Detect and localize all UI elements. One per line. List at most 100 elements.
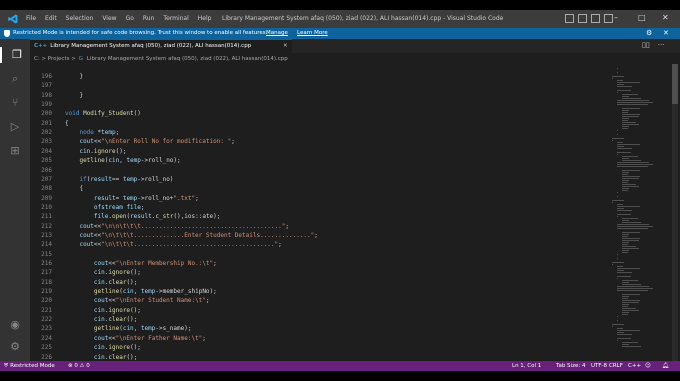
more-actions-icon[interactable]: ··· [658, 41, 665, 49]
code-line[interactable]: 225 cin.ignore(); [30, 343, 610, 352]
code-text: result= temp->roll_no+".txt"; [93, 194, 199, 202]
code-line[interactable]: 218 cin.clear(); [30, 278, 610, 287]
code-line[interactable]: 213 cout<<"\n\t\t\t..............Enter S… [30, 231, 610, 240]
end-of-line[interactable]: CRLF [609, 361, 623, 371]
code-line[interactable]: 207 if(result== temp->roll_no) [30, 175, 610, 184]
menu-edit[interactable]: Edit [45, 15, 57, 22]
code-line[interactable]: 200 void Modify_Student() [30, 109, 610, 118]
banner-close-icon[interactable]: ✕ [663, 28, 669, 39]
minimap-line [616, 192, 618, 193]
minimap-line [621, 114, 641, 115]
restricted-mode-indicator[interactable]: ⛨ Restricted Mode [0, 361, 59, 371]
code-editor[interactable]: 196 } 197 198 } 199 200 void Modify_Student()… [30, 64, 610, 361]
banner-gear-icon[interactable]: ⚙ [646, 28, 652, 39]
run-debug-icon[interactable]: ▷ [7, 119, 23, 135]
cursor-position[interactable]: Ln 1, Col 1 [512, 361, 541, 371]
explorer-icon[interactable]: ❐ [0, 47, 25, 63]
editor-scrollbar[interactable] [672, 64, 678, 361]
code-line[interactable]: 197 [30, 81, 610, 90]
search-icon[interactable]: ⌕ [7, 71, 23, 87]
close-window-button[interactable]: ✕ [662, 13, 669, 22]
code-line[interactable]: 221 cin.ignore(); [30, 306, 610, 315]
minimap-line [616, 224, 649, 225]
code-line[interactable]: 214 cout<<"\n\t\t\t.....................… [30, 240, 610, 249]
manage-gear-icon[interactable]: ⚙ [7, 339, 23, 355]
extensions-icon[interactable]: ⊞ [7, 143, 23, 159]
line-number: 226 [41, 353, 52, 361]
minimap-line [621, 156, 638, 157]
tab-close-icon[interactable]: ✕ [283, 40, 288, 52]
split-editor-icon[interactable]: ▯▯ [642, 41, 650, 49]
menu-view[interactable]: View [102, 15, 116, 22]
minimap-line [616, 164, 654, 165]
code-line[interactable]: 202 node *temp; [30, 128, 610, 137]
minimap-line [616, 72, 618, 73]
minimap-line [621, 284, 641, 285]
code-line[interactable]: 220 cout<<"\nEnter Student Name:\t"; [30, 296, 610, 305]
minimap-line [616, 134, 618, 135]
code-line[interactable]: 212 cout<<"\n\n\t\t\t...................… [30, 222, 610, 231]
minimap-line [621, 178, 640, 179]
code-line[interactable]: 223 getline(cin, temp->s_name); [30, 324, 610, 333]
toggle-panel-icon[interactable] [578, 14, 587, 23]
minimap-line [616, 330, 641, 331]
toggle-secondary-sidebar-icon[interactable] [591, 14, 600, 23]
code-line[interactable]: 205 getline(cin, temp->roll_no); [30, 156, 610, 165]
minimap-line [616, 84, 624, 85]
code-line[interactable]: 209 result= temp->roll_no+".txt"; [30, 194, 610, 203]
minimap-line [621, 158, 630, 159]
minimap[interactable] [612, 64, 668, 361]
code-line[interactable]: 196 } [30, 72, 610, 81]
menu-selection[interactable]: Selection [66, 15, 94, 22]
code-line[interactable]: 219 getline(cin, temp->member_shipNo); [30, 287, 610, 296]
source-control-icon[interactable]: ⑂ [7, 95, 23, 111]
menu-go[interactable]: Go [126, 15, 134, 22]
maximize-button[interactable]: □ [638, 13, 646, 22]
code-line[interactable]: 226 cin.clear(); [30, 353, 610, 362]
menu-file[interactable]: File [26, 15, 36, 22]
customize-layout-icon[interactable] [604, 14, 613, 23]
editor-tab[interactable]: C++ Library Management System afaq (050),… [30, 39, 292, 53]
toggle-primary-sidebar-icon[interactable] [565, 14, 574, 23]
code-line[interactable]: 211 file.open(result.c_str(),ios::ate); [30, 212, 610, 221]
status-bar: ⛨ Restricted Mode ⊗ 0 ⚠ 0 Ln 1, Col 1 Tab… [0, 361, 680, 371]
breadcrumb-file[interactable]: Library Management System afaq (050), zi… [87, 56, 288, 62]
minimap-line [616, 328, 623, 329]
code-text: getline(cin, temp->roll_no); [79, 157, 181, 165]
language-mode[interactable]: C++ [628, 361, 641, 371]
code-line[interactable]: 210 ofstream file; [30, 203, 610, 212]
breadcrumb-path[interactable]: C: > Projects > [34, 56, 78, 62]
encoding[interactable]: UTF-8 [591, 361, 607, 371]
manage-link[interactable]: Manage [266, 28, 288, 39]
feedback-icon[interactable]: ☺ [645, 361, 651, 371]
code-text: ofstream file; [93, 203, 145, 211]
code-line[interactable]: 203 cout<<"\nEnter Roll No for modificat… [30, 137, 610, 146]
code-text: cout<<"\n\t\t\t.........................… [79, 241, 282, 249]
problems-indicator[interactable]: ⊗ 0 ⚠ 0 [68, 361, 90, 371]
code-line[interactable]: 204 cin.ignore(); [30, 147, 610, 156]
code-text: file.open(result.c_str(),ios::ate); [93, 213, 221, 221]
minimize-button[interactable]: – [614, 13, 618, 22]
account-icon[interactable]: ◉ [7, 317, 23, 333]
menu-terminal[interactable]: Terminal [163, 15, 188, 22]
code-line[interactable]: 217 cin.ignore(); [30, 268, 610, 277]
minimap-line [621, 190, 629, 191]
code-line[interactable]: 215 [30, 250, 610, 259]
code-line[interactable]: 208 { [30, 184, 610, 193]
scrollbar-thumb[interactable] [672, 64, 678, 104]
tab-size[interactable]: Tab Size: 4 [556, 361, 585, 371]
code-line[interactable]: 199 [30, 100, 610, 109]
code-line[interactable]: 198 } [30, 91, 610, 100]
notifications-bell-icon[interactable]: 🔔︎ [662, 361, 669, 371]
minimap-line [612, 140, 613, 141]
code-line[interactable]: 224 cout<<"\nEnter Father Name:\t"; [30, 334, 610, 343]
code-line[interactable]: 216 cout<<"\nEnter Membership No.:\t"; [30, 259, 610, 268]
code-line[interactable]: 206 [30, 166, 610, 175]
code-line[interactable]: 201 { [30, 119, 610, 128]
banner-message: Restricted Mode is intended for safe cod… [13, 30, 268, 36]
minimap-line [616, 104, 648, 105]
code-line[interactable]: 222 cin.clear(); [30, 315, 610, 324]
learn-more-link[interactable]: Learn More [297, 28, 328, 39]
menu-run[interactable]: Run [143, 15, 155, 22]
menu-help[interactable]: Help [198, 15, 212, 22]
